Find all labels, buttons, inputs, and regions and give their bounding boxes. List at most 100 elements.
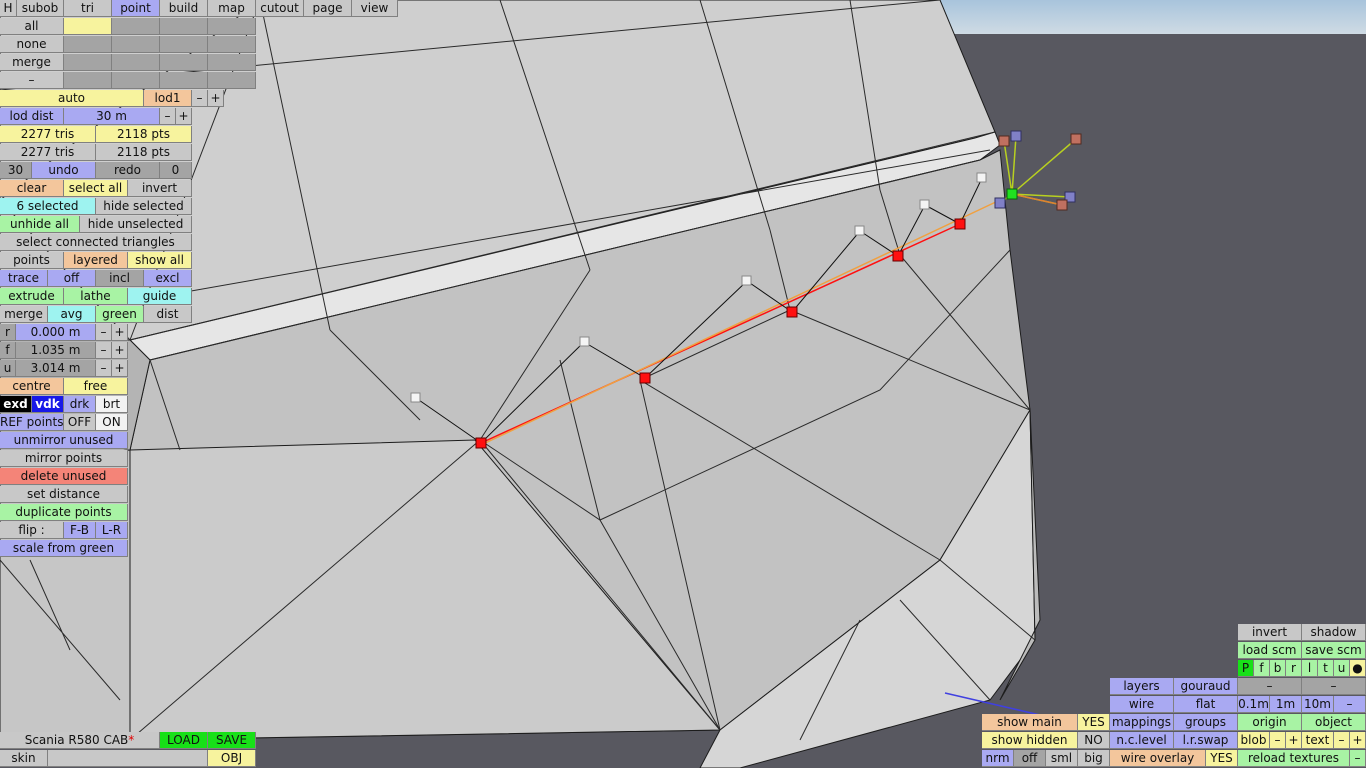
show-all-button[interactable]: show all [128, 252, 192, 269]
coord-f-plus[interactable]: + [112, 342, 128, 359]
slot-cell[interactable] [112, 72, 160, 89]
slot-cell[interactable] [160, 36, 208, 53]
merge-button[interactable]: merge [0, 306, 48, 323]
reload-textures-button[interactable]: reload textures [1238, 750, 1350, 767]
lod-dist-value[interactable]: 30 m [64, 108, 160, 125]
layered-button[interactable]: layered [64, 252, 128, 269]
groups-button[interactable]: groups [1174, 714, 1238, 731]
slot-cell[interactable] [64, 36, 112, 53]
lod-minus-button[interactable]: – [192, 90, 208, 107]
layers-button[interactable]: layers [1110, 678, 1174, 695]
big-button[interactable]: big [1078, 750, 1110, 767]
view-b-button[interactable]: b [1270, 660, 1286, 677]
select-all-points-button[interactable]: select all [64, 180, 128, 197]
step-1m-button[interactable]: 1m [1270, 696, 1302, 713]
lod-plus-button[interactable]: + [208, 90, 224, 107]
sml-button[interactable]: sml [1046, 750, 1078, 767]
skin-field[interactable] [48, 750, 208, 767]
normals-off-button[interactable]: off [1014, 750, 1046, 767]
load-scm-button[interactable]: load scm [1238, 642, 1302, 659]
step-minus-button[interactable]: – [1334, 696, 1366, 713]
vdk-button[interactable]: vdk [32, 396, 64, 413]
gouraud-button[interactable]: gouraud [1174, 678, 1238, 695]
slot-cell[interactable] [112, 18, 160, 35]
hide-unselected-button[interactable]: hide unselected [80, 216, 192, 233]
origin-button[interactable]: origin [1238, 714, 1302, 731]
lathe-button[interactable]: lathe [64, 288, 128, 305]
object-button[interactable]: object [1302, 714, 1366, 731]
trace-excl-button[interactable]: excl [144, 270, 192, 287]
tab-build[interactable]: build [160, 0, 208, 17]
obj-button[interactable]: OBJ [208, 750, 256, 767]
coord-r-value[interactable]: 0.000 m [16, 324, 96, 341]
select-none-button[interactable]: none [0, 36, 64, 53]
brt-button[interactable]: brt [96, 396, 128, 413]
view-u-button[interactable]: u [1334, 660, 1350, 677]
duplicate-points-button[interactable]: duplicate points [0, 504, 128, 521]
coord-r-minus[interactable]: – [96, 324, 112, 341]
tab-tri[interactable]: tri [64, 0, 112, 17]
show-main-button[interactable]: show main [982, 714, 1078, 731]
slot-cell[interactable] [160, 72, 208, 89]
centre-button[interactable]: centre [0, 378, 64, 395]
dist-button[interactable]: dist [144, 306, 192, 323]
shadow-button[interactable]: shadow [1302, 624, 1366, 641]
select-connected-button[interactable]: select connected triangles [0, 234, 192, 251]
dash-button-1[interactable]: – [1238, 678, 1302, 695]
redo-button[interactable]: redo [96, 162, 160, 179]
text-plus-button[interactable]: + [1350, 732, 1366, 749]
tab-view[interactable]: view [352, 0, 398, 17]
flat-button[interactable]: flat [1174, 696, 1238, 713]
points-button[interactable]: points [0, 252, 64, 269]
slot-cell[interactable] [64, 18, 112, 35]
drk-button[interactable]: drk [64, 396, 96, 413]
undo-button[interactable]: undo [32, 162, 96, 179]
slot-cell[interactable] [208, 36, 256, 53]
lr-swap-button[interactable]: l.r.swap [1174, 732, 1238, 749]
lod-auto-button[interactable]: auto [0, 90, 144, 107]
reload-minus-button[interactable]: – [1350, 750, 1366, 767]
view-f-button[interactable]: f [1254, 660, 1270, 677]
coord-f-value[interactable]: 1.035 m [16, 342, 96, 359]
ref-on-button[interactable]: ON [96, 414, 128, 431]
mappings-button[interactable]: mappings [1110, 714, 1174, 731]
save-scm-button[interactable]: save scm [1302, 642, 1366, 659]
select-merge-button[interactable]: merge [0, 54, 64, 71]
tab-cutout[interactable]: cutout [256, 0, 304, 17]
coord-f-minus[interactable]: – [96, 342, 112, 359]
view-p-button[interactable]: P [1238, 660, 1254, 677]
coord-u-plus[interactable]: + [112, 360, 128, 377]
nrm-button[interactable]: nrm [982, 750, 1014, 767]
blob-plus-button[interactable]: + [1286, 732, 1302, 749]
tab-subob[interactable]: subob [17, 0, 64, 17]
unmirror-unused-button[interactable]: unmirror unused [0, 432, 128, 449]
view-l-button[interactable]: l [1302, 660, 1318, 677]
menu-h[interactable]: H [0, 0, 17, 17]
dash-button-2[interactable]: – [1302, 678, 1366, 695]
lod1-button[interactable]: lod1 [144, 90, 192, 107]
select-all-button[interactable]: all [0, 18, 64, 35]
extrude-button[interactable]: extrude [0, 288, 64, 305]
slot-cell[interactable] [160, 18, 208, 35]
scale-from-green-button[interactable]: scale from green [0, 540, 128, 557]
invert-view-button[interactable]: invert [1238, 624, 1302, 641]
select-minus-button[interactable]: – [0, 72, 64, 89]
mirror-points-button[interactable]: mirror points [0, 450, 128, 467]
trace-off-button[interactable]: off [48, 270, 96, 287]
wire-overlay-toggle[interactable]: YES [1206, 750, 1238, 767]
unhide-all-button[interactable]: unhide all [0, 216, 80, 233]
tab-page[interactable]: page [304, 0, 352, 17]
slot-cell[interactable] [208, 18, 256, 35]
tab-point[interactable]: point [112, 0, 160, 17]
slot-cell[interactable] [208, 72, 256, 89]
slot-cell[interactable] [160, 54, 208, 71]
save-button[interactable]: SAVE [208, 732, 256, 749]
wire-overlay-button[interactable]: wire overlay [1110, 750, 1206, 767]
nc-level-button[interactable]: n.c.level [1110, 732, 1174, 749]
step-10m-button[interactable]: 10m [1302, 696, 1334, 713]
text-minus-button[interactable]: – [1334, 732, 1350, 749]
blob-minus-button[interactable]: – [1270, 732, 1286, 749]
slot-cell[interactable] [208, 54, 256, 71]
view-dot-button[interactable]: ● [1350, 660, 1366, 677]
hide-selected-button[interactable]: hide selected [96, 198, 192, 215]
